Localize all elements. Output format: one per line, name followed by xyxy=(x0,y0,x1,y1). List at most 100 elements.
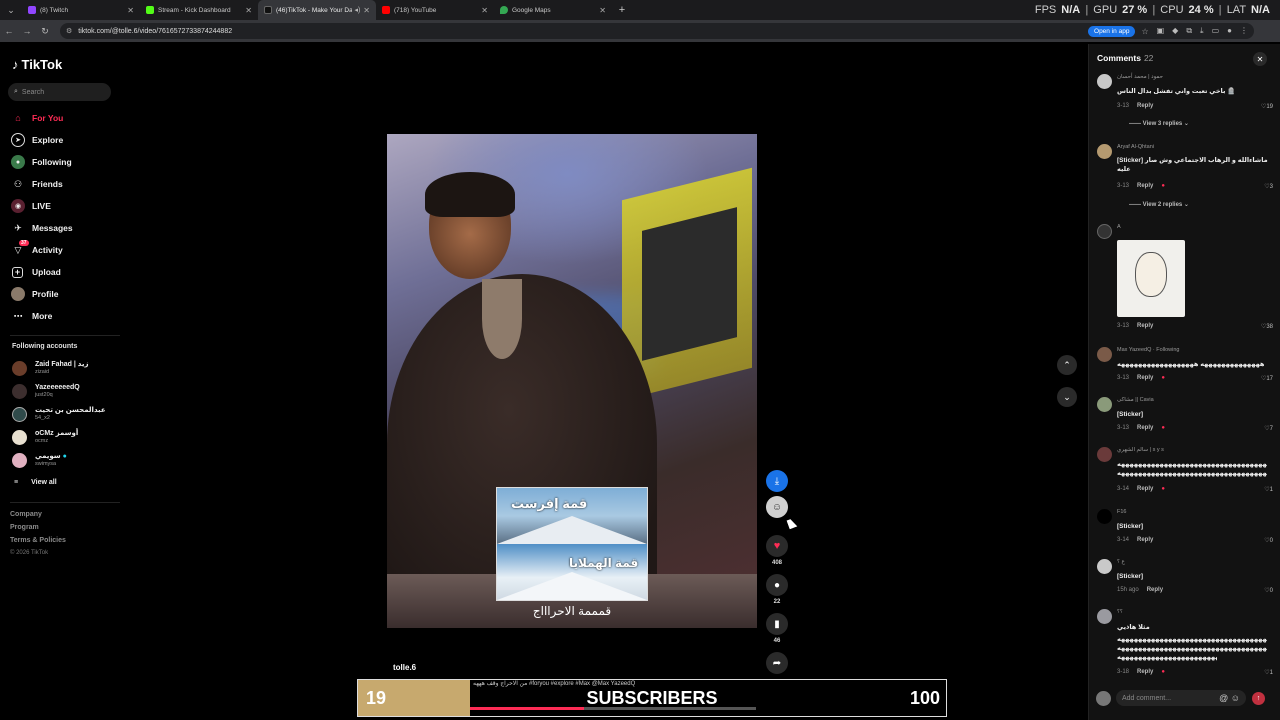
comment-like[interactable]: ♡0 xyxy=(1264,587,1273,594)
sidepanel-icon[interactable]: ▭ xyxy=(1212,26,1220,36)
comment-sticker-image[interactable] xyxy=(1117,240,1185,317)
reply-button[interactable]: Reply xyxy=(1137,486,1153,492)
download-button[interactable]: ⤓ xyxy=(766,470,788,492)
profile-avatar-icon[interactable]: ● xyxy=(1227,26,1232,36)
like-button[interactable]: ♥ 408 xyxy=(766,535,788,566)
forward-icon[interactable]: → xyxy=(18,26,36,36)
reply-button[interactable]: Reply xyxy=(1147,587,1163,593)
tab-youtube[interactable]: (718) YouTube ✕ xyxy=(376,0,494,20)
nav-upload[interactable]: + Upload xyxy=(11,264,61,280)
comment-like[interactable]: ♡1 xyxy=(1264,486,1273,493)
extension-icon[interactable]: ◆ xyxy=(1172,26,1178,36)
footer-company[interactable]: Company xyxy=(10,511,42,518)
comment-user[interactable]: مشاكى || Cavia xyxy=(1117,397,1154,403)
new-tab-button[interactable]: + xyxy=(612,4,632,16)
tab-google-maps[interactable]: Google Maps ✕ xyxy=(494,0,612,20)
puzzle-icon[interactable]: ⧉ xyxy=(1186,26,1192,36)
reply-button[interactable]: Reply xyxy=(1137,537,1153,543)
back-icon[interactable]: ← xyxy=(0,26,18,36)
reply-button[interactable]: Reply xyxy=(1137,669,1153,675)
comment-user[interactable]: Aryaf Al-Qhtani xyxy=(1117,144,1154,150)
close-tab-icon[interactable]: ✕ xyxy=(481,6,488,15)
previous-video-button[interactable]: ⌃ xyxy=(1057,355,1077,375)
open-in-app-button[interactable]: Open in app xyxy=(1088,25,1136,37)
footer-program[interactable]: Program xyxy=(10,524,39,531)
comment-like[interactable]: ♡38 xyxy=(1261,323,1273,330)
close-tab-icon[interactable]: ✕ xyxy=(363,6,370,15)
tab-search-icon[interactable]: ⌄ xyxy=(0,0,22,20)
avatar[interactable] xyxy=(1097,144,1112,159)
nav-live[interactable]: ◉ LIVE xyxy=(11,198,51,214)
reply-button[interactable]: Reply xyxy=(1137,183,1153,189)
close-tab-icon[interactable]: ✕ xyxy=(245,6,252,15)
comment-like[interactable]: ♡3 xyxy=(1264,183,1273,190)
author-avatar[interactable]: ☺ xyxy=(766,496,788,518)
avatar[interactable] xyxy=(1097,447,1112,462)
view-all-link[interactable]: ≡ View all xyxy=(14,479,57,486)
share-button[interactable]: ➦ xyxy=(766,652,788,674)
nav-messages[interactable]: ✈ Messages xyxy=(11,220,72,236)
close-tab-icon[interactable]: ✕ xyxy=(599,6,606,15)
video-author[interactable]: tolle.6 xyxy=(393,663,416,672)
avatar[interactable] xyxy=(1097,559,1112,574)
tab-twitch[interactable]: (8) Twitch ✕ xyxy=(22,0,140,20)
comment-user[interactable]: ع ؟ xyxy=(1117,559,1125,565)
reply-button[interactable]: Reply xyxy=(1137,103,1153,109)
comment-user[interactable]: حمود | محمد أحسان xyxy=(1117,74,1163,80)
view-replies[interactable]: —— View 3 replies ⌄ xyxy=(1129,120,1189,127)
avatar[interactable] xyxy=(1097,224,1112,239)
account-item[interactable]: سويمي ● swimysa xyxy=(12,450,67,470)
bookmark-star-icon[interactable]: ☆ xyxy=(1141,27,1148,36)
avatar[interactable] xyxy=(1097,397,1112,412)
comment-like[interactable]: ♡19 xyxy=(1261,103,1273,110)
comment-input[interactable]: Add comment... @ ☺ xyxy=(1116,690,1246,706)
comment-user[interactable]: ؟؟ xyxy=(1117,609,1123,615)
tab-tiktok[interactable]: (46)TikTok - Make Your Day ◂) ✕ xyxy=(258,0,376,20)
reply-button[interactable]: Reply xyxy=(1137,375,1153,381)
menu-icon[interactable]: ⋮ xyxy=(1240,26,1248,36)
url-text[interactable]: tiktok.com/@tolle.6/video/76165727338742… xyxy=(78,28,1088,35)
comment-user[interactable]: Max YazeedQ · Following xyxy=(1117,347,1179,353)
nav-more[interactable]: ⋯ More xyxy=(11,308,53,324)
comment-like[interactable]: ♡1 xyxy=(1264,669,1273,676)
footer-terms[interactable]: Terms & Policies xyxy=(10,537,66,544)
account-item[interactable]: YazeeeeeedQ just20q xyxy=(12,381,80,401)
avatar[interactable] xyxy=(1097,509,1112,524)
nav-profile[interactable]: Profile xyxy=(11,286,58,302)
tab-kick[interactable]: Stream - Kick Dashboard ✕ xyxy=(140,0,258,20)
close-comments-button[interactable]: ✕ xyxy=(1253,52,1267,66)
comment-like[interactable]: ♡17 xyxy=(1261,375,1273,382)
site-info-icon[interactable]: ⚙ xyxy=(66,27,72,35)
tiktok-logo[interactable]: ♪ TikTok xyxy=(12,57,62,72)
comment-button[interactable]: ● 22 xyxy=(766,574,788,605)
nav-following[interactable]: ● Following xyxy=(11,154,72,170)
comment-user[interactable]: F16 xyxy=(1117,509,1126,515)
view-replies[interactable]: —— View 2 replies ⌄ xyxy=(1129,201,1189,208)
mention-emoji-icons[interactable]: @ ☺ xyxy=(1219,693,1240,703)
save-button[interactable]: ▮ 46 xyxy=(766,613,788,644)
nav-for-you[interactable]: ⌂ For You xyxy=(11,110,63,126)
extension-icon[interactable]: ▣ xyxy=(1157,26,1165,36)
avatar[interactable] xyxy=(1097,74,1112,89)
comment-user[interactable]: سالم الشهري | s y s xyxy=(1117,447,1164,453)
search-input[interactable]: ⌕ Search xyxy=(8,83,111,101)
comment-like[interactable]: ♡0 xyxy=(1264,537,1273,544)
speaker-icon[interactable]: ◂) xyxy=(354,6,360,14)
nav-friends[interactable]: ⚇ Friends xyxy=(11,176,63,192)
video-player[interactable]: قمة إفرست قمة الهملايا قمممة الاحراااج xyxy=(387,134,757,628)
reload-icon[interactable]: ↻ xyxy=(36,26,54,37)
close-tab-icon[interactable]: ✕ xyxy=(127,6,134,15)
nav-explore[interactable]: ➤ Explore xyxy=(11,132,63,148)
comment-user[interactable]: A xyxy=(1117,224,1121,230)
address-bar[interactable]: ⚙ tiktok.com/@tolle.6/video/761657273387… xyxy=(60,23,1254,39)
account-item[interactable]: oCMz أوسمز ocmz xyxy=(12,427,78,447)
reply-button[interactable]: Reply xyxy=(1137,425,1153,431)
avatar[interactable] xyxy=(1097,347,1112,362)
account-item[interactable]: عبدالمحسن بن تحيت 54_x2 xyxy=(12,404,106,424)
nav-activity[interactable]: ▽ 37 Activity xyxy=(11,240,63,258)
download-icon[interactable]: ⤓ xyxy=(1200,26,1204,36)
reply-button[interactable]: Reply xyxy=(1137,323,1153,329)
comment-like[interactable]: ♡7 xyxy=(1264,425,1273,432)
avatar[interactable] xyxy=(1097,609,1112,624)
send-comment-button[interactable]: ↑ xyxy=(1252,691,1265,705)
